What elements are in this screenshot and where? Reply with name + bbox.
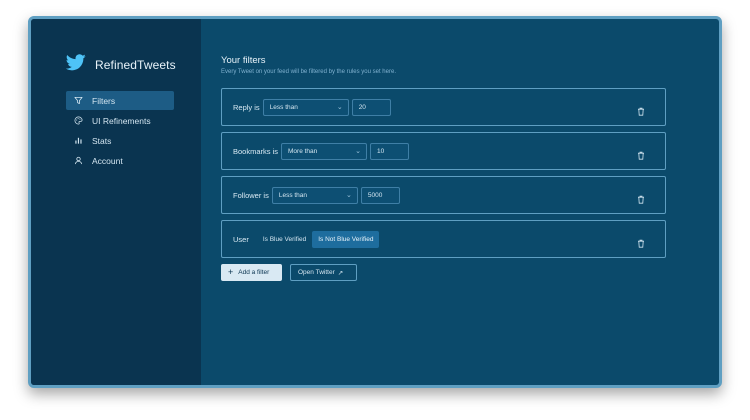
delete-filter-button[interactable] xyxy=(637,103,645,116)
delete-filter-button[interactable] xyxy=(637,147,645,160)
filter-icon xyxy=(73,96,83,106)
sidebar-item-filters[interactable]: Filters xyxy=(66,91,174,110)
is-not-blue-verified-option[interactable]: Is Not Blue Verified xyxy=(312,230,380,248)
chevron-down-icon: ⌄ xyxy=(345,192,352,199)
filter-list: Reply is Less than ⌄ 20 Bookmarks is Mor… xyxy=(221,88,719,258)
add-filter-button[interactable]: + Add a filter xyxy=(221,264,282,281)
sidebar-item-label: Stats xyxy=(92,135,112,146)
chevron-down-icon: ⌄ xyxy=(355,148,362,155)
value-input[interactable]: 10 xyxy=(370,142,410,160)
sidebar-item-ui-refinements[interactable]: UI Refinements xyxy=(66,111,174,130)
filter-row: User Is Blue Verified Is Not Blue Verifi… xyxy=(221,220,666,258)
page-title: Your filters xyxy=(221,55,266,66)
add-filter-label: Add a filter xyxy=(238,269,270,276)
main-content: Your filters Every Tweet on your feed wi… xyxy=(201,19,719,385)
app-name: RefinedTweets xyxy=(95,58,176,72)
sidebar-item-label: UI Refinements xyxy=(92,115,151,126)
value-input[interactable]: 5000 xyxy=(360,186,400,204)
operator-select[interactable]: Less than ⌄ xyxy=(271,186,358,204)
external-link-icon: ↗ xyxy=(337,269,344,277)
palette-icon xyxy=(73,116,83,126)
open-twitter-label: Open Twitter xyxy=(298,269,335,276)
trash-icon xyxy=(638,107,644,116)
value-input[interactable]: 20 xyxy=(351,98,391,116)
user-icon xyxy=(73,156,83,166)
brand: RefinedTweets xyxy=(31,53,201,77)
actions: + Add a filter Open Twitter ↗ xyxy=(221,264,719,281)
is-blue-verified-option[interactable]: Is Blue Verified xyxy=(257,231,312,248)
filter-row: Reply is Less than ⌄ 20 xyxy=(221,88,666,126)
filter-row: Bookmarks is More than ⌄ 10 xyxy=(221,132,666,170)
operator-select[interactable]: More than ⌄ xyxy=(281,142,368,160)
delete-filter-button[interactable] xyxy=(637,235,645,248)
filter-row: Follower is Less than ⌄ 5000 xyxy=(221,176,666,214)
trash-icon xyxy=(638,151,644,160)
sidebar-item-label: Account xyxy=(92,155,123,166)
operator-value: More than xyxy=(288,147,318,155)
sidebar: RefinedTweets Filters UI Refinements Sta… xyxy=(31,19,201,385)
chevron-down-icon: ⌄ xyxy=(336,104,343,111)
trash-icon xyxy=(638,239,644,248)
sidebar-item-stats[interactable]: Stats xyxy=(66,131,174,150)
sidebar-item-account[interactable]: Account xyxy=(66,151,174,170)
verified-toggle: Is Blue Verified Is Not Blue Verified xyxy=(257,230,380,248)
page-subtitle: Every Tweet on your feed will be filtere… xyxy=(221,69,396,75)
app-window: RefinedTweets Filters UI Refinements Sta… xyxy=(28,16,722,388)
twitter-bird-icon xyxy=(65,54,86,76)
sidebar-item-label: Filters xyxy=(92,95,116,106)
operator-value: Less than xyxy=(269,103,298,111)
plus-icon: + xyxy=(228,267,234,277)
bar-chart-icon xyxy=(73,136,83,146)
filter-label: User xyxy=(233,234,249,244)
operator-value: Less than xyxy=(278,191,308,199)
filter-label: Follower is xyxy=(233,190,269,200)
trash-icon xyxy=(638,195,644,204)
operator-select[interactable]: Less than ⌄ xyxy=(262,98,349,116)
filter-label: Bookmarks is xyxy=(233,146,279,156)
open-twitter-button[interactable]: Open Twitter ↗ xyxy=(290,264,357,281)
filter-label: Reply is xyxy=(233,102,260,112)
delete-filter-button[interactable] xyxy=(637,191,645,204)
